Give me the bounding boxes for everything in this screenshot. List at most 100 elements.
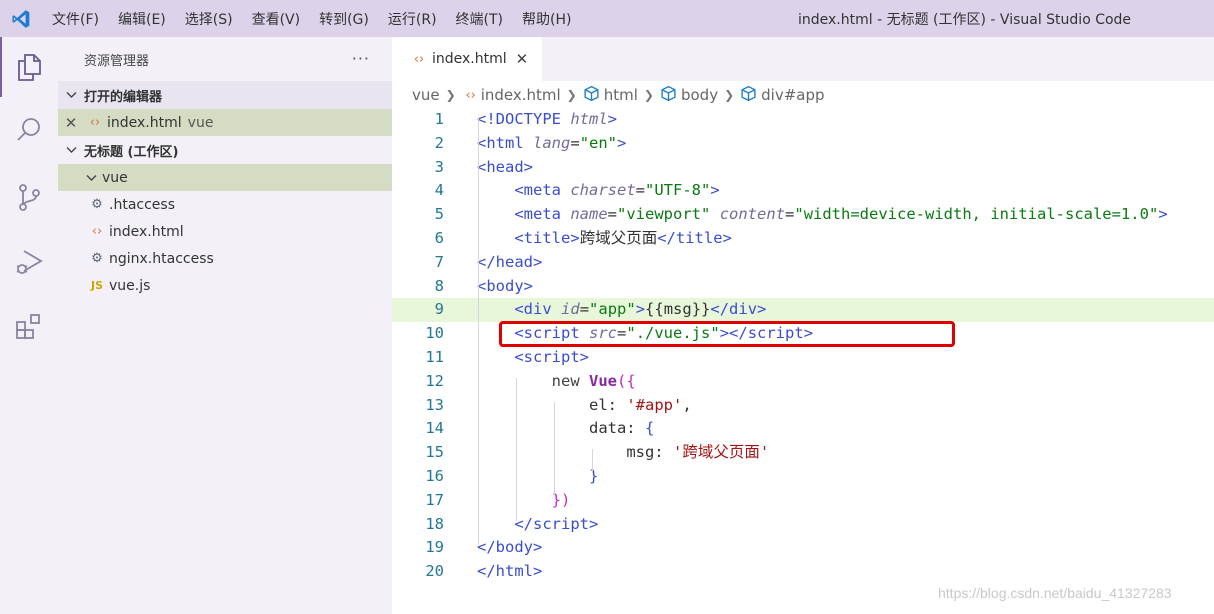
chevron-right-icon: ❯ (445, 88, 456, 102)
extensions-icon[interactable] (12, 310, 46, 344)
explorer-title: 资源管理器 (84, 53, 150, 69)
explorer-header: 资源管理器 ··· (58, 37, 392, 81)
workspace-label: 无标题 (工作区) (84, 144, 179, 160)
window-title: index.html - 无标题 (工作区) - Visual Studio C… (798, 12, 1132, 28)
tab-index-html[interactable]: ‹› index.html ✕ (392, 37, 542, 81)
open-editors-label: 打开的编辑器 (84, 89, 163, 105)
html-icon: ‹› (89, 115, 101, 130)
line-number: 3 (434, 157, 444, 176)
vscode-logo-icon (0, 0, 42, 37)
line-number: 17 (425, 490, 444, 509)
file-htaccess[interactable]: ⚙ .htaccess (58, 191, 392, 218)
run-debug-icon[interactable] (12, 245, 46, 279)
code-text: </head> (477, 252, 543, 271)
code-text: <body> (477, 276, 534, 295)
line-number: 4 (434, 181, 444, 200)
open-editors-section[interactable]: 打开的编辑器 (58, 81, 392, 109)
breadcrumb-item[interactable]: index.html (481, 86, 561, 104)
line-number: 5 (434, 205, 444, 224)
file-index-html[interactable]: ‹› index.html (58, 218, 392, 245)
code-line: 20 </html> (392, 560, 1214, 584)
code-line: 3 <head> (392, 156, 1214, 180)
folder-label: vue (102, 169, 128, 186)
code-text: <meta charset="UTF-8"> (514, 181, 720, 200)
menu-edit[interactable]: 编辑(E) (118, 9, 166, 29)
html-icon: ‹› (413, 51, 425, 67)
line-number: 16 (425, 466, 444, 485)
indent-guide (592, 449, 593, 473)
tab-label: index.html (432, 51, 507, 67)
menu-terminal[interactable]: 终端(T) (456, 9, 503, 29)
line-number: 14 (425, 419, 444, 438)
file-vue-js[interactable]: JS vue.js (58, 272, 392, 299)
line-number: 12 (425, 371, 444, 390)
menu-help[interactable]: 帮助(H) (522, 9, 571, 29)
code-text: <div id="app">{{msg}}</div> (514, 300, 767, 319)
menu-file[interactable]: 文件(F) (52, 9, 99, 29)
file-label: index.html (109, 223, 184, 240)
workspace-section[interactable]: 无标题 (工作区) (58, 136, 392, 164)
close-icon[interactable]: ✕ (516, 50, 529, 68)
explorer-sidebar: 资源管理器 ··· 打开的编辑器 ✕ ‹› index.html vue 无标题… (58, 37, 392, 614)
indent-guide (478, 117, 479, 307)
file-label: nginx.htaccess (109, 250, 214, 267)
line-number: 11 (425, 347, 444, 366)
file-label: .htaccess (109, 196, 175, 213)
annotation-highlight-box (499, 321, 955, 347)
line-number: 10 (425, 324, 444, 343)
menu-selection[interactable]: 选择(S) (185, 9, 233, 29)
breadcrumb-item[interactable]: html (604, 86, 638, 104)
chevron-down-icon (58, 89, 84, 102)
cube-icon (583, 85, 600, 106)
activity-bar (0, 37, 58, 614)
source-control-icon[interactable] (12, 180, 46, 214)
code-line-highlighted: 9 <div id="app">{{msg}}</div> (392, 298, 1214, 323)
code-text: <html lang="en"> (477, 133, 627, 152)
indent-guide (554, 402, 555, 497)
breadcrumb-item[interactable]: body (681, 86, 718, 104)
code-text: data: { (588, 419, 655, 438)
line-number: 9 (434, 300, 444, 319)
code-line: 11 <script> (392, 346, 1214, 370)
line-number: 7 (434, 252, 444, 271)
line-number: 2 (434, 133, 444, 152)
tab-bar: ‹› index.html ✕ (392, 37, 1214, 81)
menu-view[interactable]: 查看(V) (252, 9, 301, 29)
open-editor-item[interactable]: ✕ ‹› index.html vue (58, 109, 392, 136)
code-text: msg: '跨域父页面' (626, 443, 770, 462)
cube-icon (660, 85, 677, 106)
js-icon: JS (90, 279, 103, 292)
close-icon[interactable]: ✕ (58, 114, 84, 132)
breadcrumb-item[interactable]: div#app (761, 86, 824, 104)
code-text: </body> (477, 538, 543, 557)
code-text: </html> (477, 562, 543, 581)
line-number: 19 (425, 538, 444, 557)
more-actions-icon[interactable]: ··· (352, 49, 370, 68)
line-number: 18 (425, 514, 444, 533)
code-text: <head> (477, 157, 534, 176)
code-line: 8 <body> (392, 275, 1214, 299)
menu-go[interactable]: 转到(G) (319, 9, 369, 29)
gear-icon: ⚙ (91, 197, 103, 212)
html-icon: ‹› (465, 87, 476, 103)
line-number: 15 (425, 443, 444, 462)
code-text: <script> (514, 347, 590, 366)
code-text: }) (551, 490, 571, 509)
gear-icon: ⚙ (91, 251, 103, 266)
line-number: 13 (425, 395, 444, 414)
watermark: https://blog.csdn.net/baidu_41327283 (938, 585, 1172, 601)
search-icon[interactable] (12, 113, 46, 147)
menu-run[interactable]: 运行(R) (388, 9, 437, 29)
code-line: 6 <title>跨域父页面</title> (392, 227, 1214, 251)
code-text: <title>跨域父页面</title> (514, 228, 732, 247)
code-text: <meta name="viewport" content="width=dev… (514, 205, 1168, 224)
file-label: vue.js (109, 277, 151, 294)
open-editor-folder: vue (187, 114, 214, 131)
file-nginx-htaccess[interactable]: ⚙ nginx.htaccess (58, 245, 392, 272)
folder-vue[interactable]: vue (58, 164, 392, 191)
cube-icon (740, 85, 757, 106)
explorer-icon[interactable] (12, 50, 46, 84)
breadcrumb: vue ❯ ‹› index.html ❯ html ❯ body ❯ div#… (412, 83, 825, 107)
breadcrumb-item[interactable]: vue (412, 86, 440, 104)
code-text: el: '#app', (588, 395, 692, 414)
